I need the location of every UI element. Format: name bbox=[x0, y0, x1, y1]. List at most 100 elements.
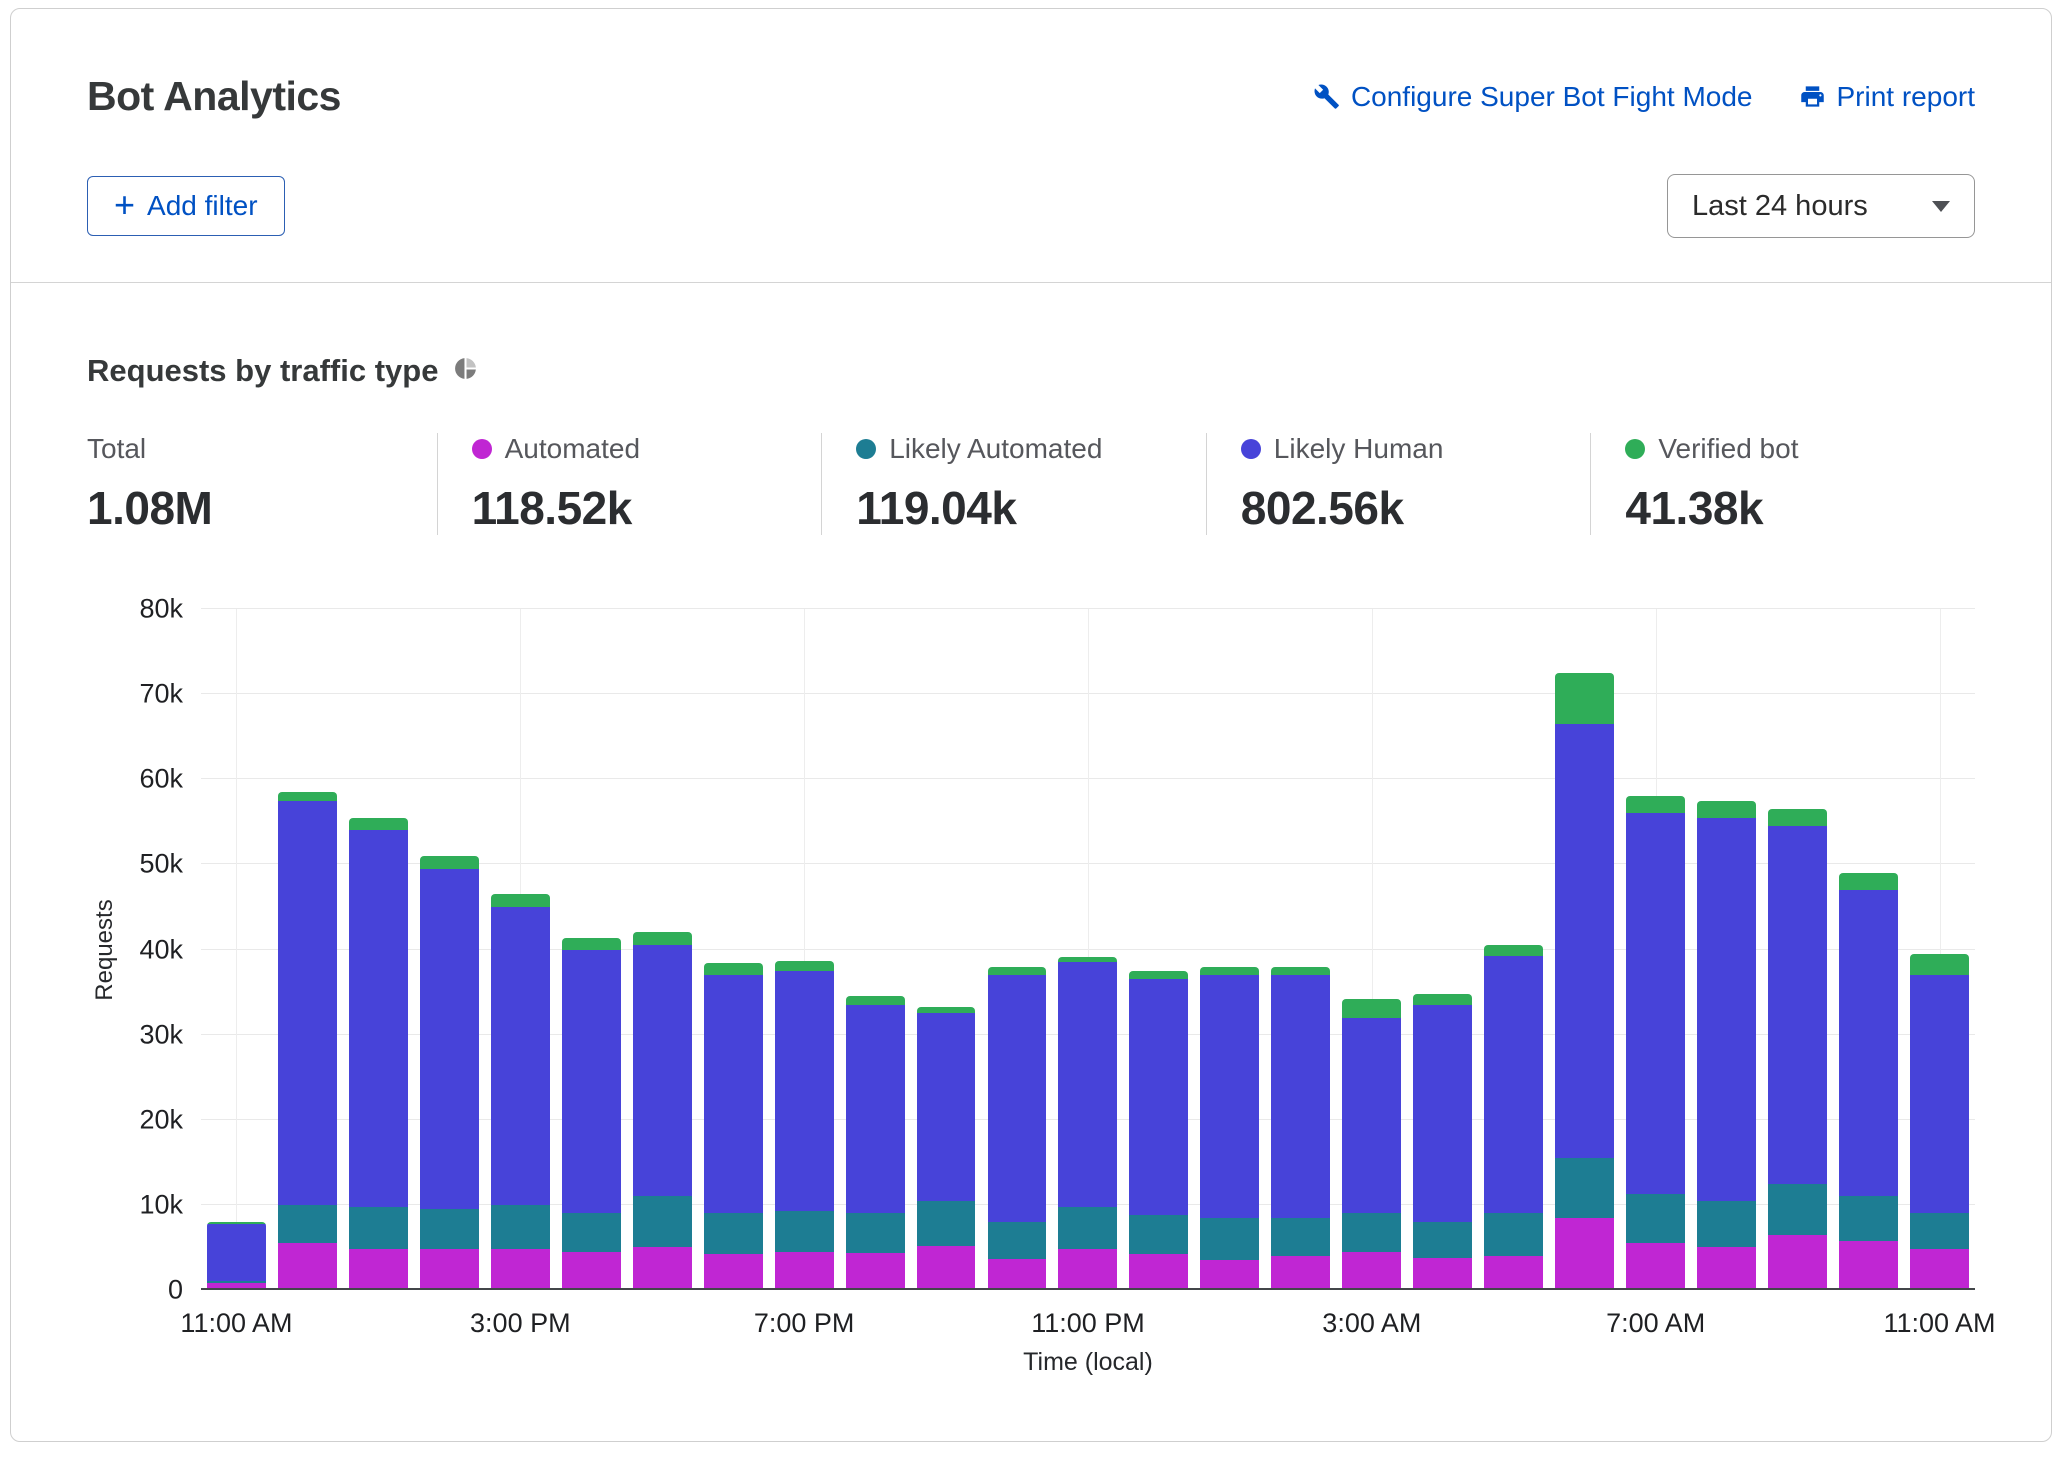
bar-segment-automated bbox=[1129, 1254, 1188, 1290]
stat-likely-automated[interactable]: Likely Automated119.04k bbox=[821, 433, 1206, 535]
stacked-bar[interactable] bbox=[1484, 945, 1543, 1290]
x-tick-label: 11:00 AM bbox=[1883, 1308, 1995, 1339]
legend-dot bbox=[856, 439, 876, 459]
bar-slot bbox=[840, 609, 911, 1290]
requests-chart: Requests 010k20k30k40k50k60k70k80k 11:00… bbox=[87, 609, 1975, 1377]
bar-segment-automated bbox=[704, 1254, 763, 1290]
bar-segment-automated bbox=[562, 1252, 621, 1290]
bars-container bbox=[201, 609, 1975, 1290]
add-filter-button[interactable]: + Add filter bbox=[87, 176, 285, 236]
stacked-bar[interactable] bbox=[278, 792, 337, 1290]
bar-segment-likely-human bbox=[633, 945, 692, 1196]
y-tick-label: 70k bbox=[139, 679, 183, 710]
bar-segment-likely-human bbox=[1839, 890, 1898, 1196]
y-tick-label: 20k bbox=[139, 1104, 183, 1135]
bar-segment-likely-automated bbox=[1484, 1213, 1543, 1256]
stacked-bar[interactable] bbox=[917, 1007, 976, 1290]
stacked-bar[interactable] bbox=[349, 818, 408, 1290]
bar-segment-likely-automated bbox=[491, 1205, 550, 1249]
bar-slot bbox=[414, 609, 485, 1290]
bar-segment-verified-bot bbox=[775, 961, 834, 971]
bar-segment-likely-human bbox=[562, 950, 621, 1214]
header-links: Configure Super Bot Fight Mode Print rep… bbox=[1313, 81, 1975, 113]
bar-segment-likely-human bbox=[1200, 975, 1259, 1218]
stacked-bar[interactable] bbox=[1626, 796, 1685, 1290]
stacked-bar[interactable] bbox=[1271, 967, 1330, 1290]
stacked-bar[interactable] bbox=[1413, 994, 1472, 1290]
stat-verified-bot[interactable]: Verified bot41.38k bbox=[1590, 433, 1975, 535]
bar-segment-likely-human bbox=[278, 801, 337, 1205]
bar-segment-automated bbox=[846, 1253, 905, 1290]
bar-slot bbox=[1336, 609, 1407, 1290]
legend-dot bbox=[1241, 439, 1261, 459]
bar-segment-likely-automated bbox=[1129, 1215, 1188, 1254]
configure-link-label: Configure Super Bot Fight Mode bbox=[1351, 81, 1753, 113]
stacked-bar[interactable] bbox=[988, 967, 1047, 1290]
printer-icon bbox=[1799, 83, 1826, 110]
stacked-bar[interactable] bbox=[1058, 957, 1117, 1290]
stacked-bar[interactable] bbox=[1200, 967, 1259, 1290]
stacked-bar[interactable] bbox=[775, 961, 834, 1290]
stat-total[interactable]: Total1.08M bbox=[87, 433, 437, 535]
stat-label: Total bbox=[87, 433, 146, 465]
bar-segment-likely-automated bbox=[1626, 1194, 1685, 1243]
bar-segment-verified-bot bbox=[846, 996, 905, 1005]
stacked-bar[interactable] bbox=[562, 938, 621, 1290]
stacked-bar[interactable] bbox=[207, 1222, 266, 1290]
bar-slot bbox=[1833, 609, 1904, 1290]
print-report-link[interactable]: Print report bbox=[1799, 81, 1976, 113]
header-section: Bot Analytics Configure Super Bot Fight … bbox=[11, 9, 2051, 282]
print-link-label: Print report bbox=[1837, 81, 1976, 113]
bar-segment-likely-automated bbox=[349, 1207, 408, 1250]
stat-automated[interactable]: Automated118.52k bbox=[437, 433, 822, 535]
stacked-bar[interactable] bbox=[704, 963, 763, 1290]
bar-segment-likely-automated bbox=[1555, 1158, 1614, 1218]
bar-segment-likely-human bbox=[988, 975, 1047, 1222]
y-tick-label: 10k bbox=[139, 1189, 183, 1220]
stacked-bar[interactable] bbox=[633, 932, 692, 1290]
stacked-bar[interactable] bbox=[1697, 801, 1756, 1290]
bar-segment-likely-automated bbox=[704, 1213, 763, 1254]
stacked-bar[interactable] bbox=[1910, 954, 1969, 1290]
bar-segment-likely-automated bbox=[1342, 1213, 1401, 1251]
bar-segment-automated bbox=[1058, 1249, 1117, 1290]
bar-segment-automated bbox=[1342, 1252, 1401, 1290]
bar-segment-verified-bot bbox=[1626, 796, 1685, 813]
stacked-bar[interactable] bbox=[420, 856, 479, 1290]
stat-likely-human[interactable]: Likely Human802.56k bbox=[1206, 433, 1591, 535]
stacked-bar[interactable] bbox=[1768, 809, 1827, 1290]
bar-segment-likely-human bbox=[1342, 1018, 1401, 1214]
x-tick-label: 3:00 PM bbox=[470, 1308, 571, 1339]
bar-segment-verified-bot bbox=[633, 932, 692, 945]
stat-label: Likely Automated bbox=[889, 433, 1102, 465]
bar-segment-verified-bot bbox=[988, 967, 1047, 975]
bar-segment-likely-automated bbox=[1271, 1218, 1330, 1256]
bar-segment-automated bbox=[1271, 1256, 1330, 1290]
stacked-bar[interactable] bbox=[1342, 999, 1401, 1290]
stacked-bar[interactable] bbox=[1839, 873, 1898, 1290]
bar-slot bbox=[1407, 609, 1478, 1290]
stat-label: Verified bot bbox=[1658, 433, 1798, 465]
bar-slot bbox=[201, 609, 272, 1290]
stacked-bar[interactable] bbox=[1129, 971, 1188, 1290]
bar-segment-automated bbox=[917, 1246, 976, 1290]
bar-segment-automated bbox=[491, 1249, 550, 1290]
bar-segment-likely-human bbox=[1271, 975, 1330, 1218]
bar-segment-likely-human bbox=[207, 1224, 266, 1281]
bar-segment-likely-automated bbox=[1910, 1213, 1969, 1249]
bar-slot bbox=[485, 609, 556, 1290]
time-range-dropdown[interactable]: Last 24 hours bbox=[1667, 174, 1975, 238]
stacked-bar[interactable] bbox=[846, 996, 905, 1290]
stacked-bar[interactable] bbox=[1555, 673, 1614, 1290]
bar-segment-likely-automated bbox=[1200, 1218, 1259, 1261]
bar-segment-automated bbox=[1768, 1235, 1827, 1290]
stacked-bar[interactable] bbox=[491, 894, 550, 1290]
x-axis-title: Time (local) bbox=[201, 1348, 1975, 1377]
section-title: Requests by traffic type bbox=[87, 353, 438, 389]
bar-segment-automated bbox=[1626, 1243, 1685, 1290]
bar-segment-likely-human bbox=[704, 975, 763, 1213]
bar-segment-likely-automated bbox=[1413, 1222, 1472, 1258]
configure-super-bot-fight-mode-link[interactable]: Configure Super Bot Fight Mode bbox=[1313, 81, 1753, 113]
bar-segment-automated bbox=[1413, 1258, 1472, 1290]
x-tick-label: 7:00 PM bbox=[754, 1308, 855, 1339]
